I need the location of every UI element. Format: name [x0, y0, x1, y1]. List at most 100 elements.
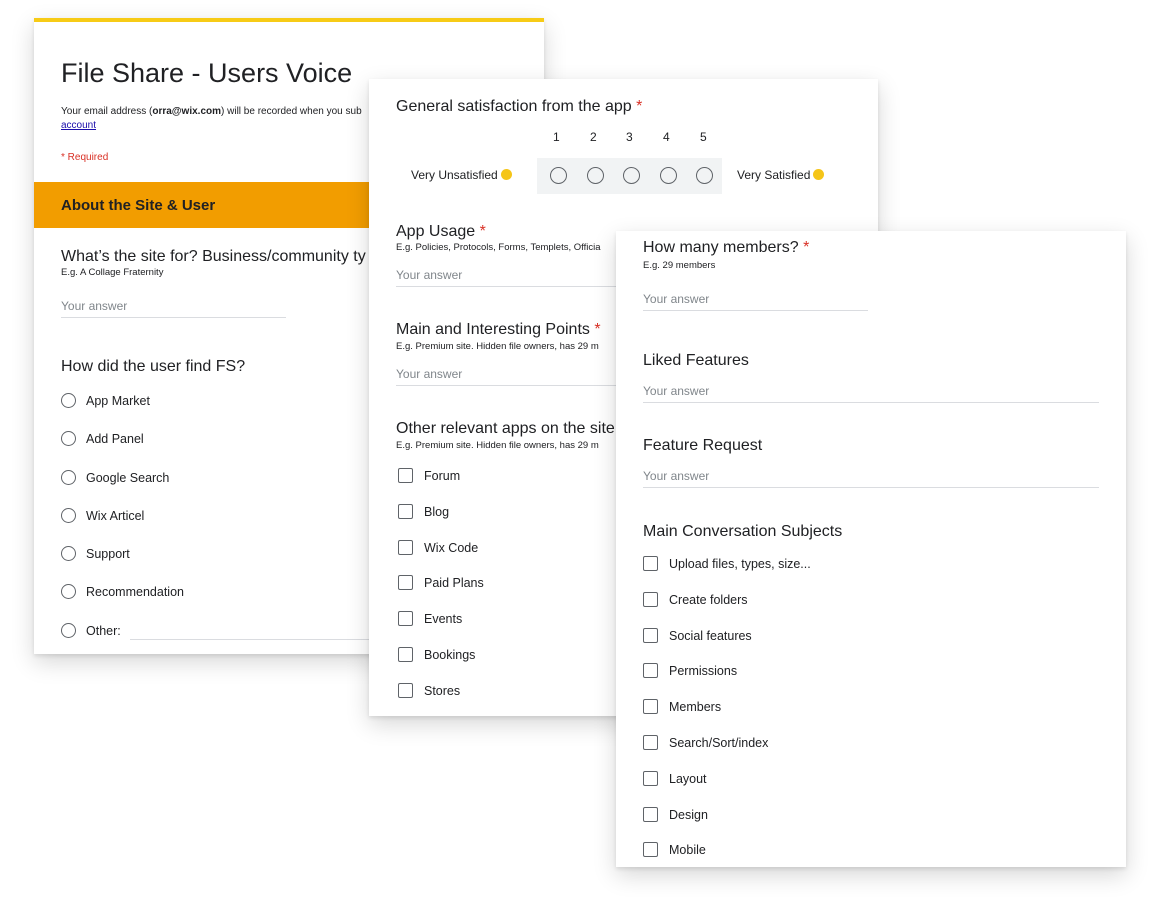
checkbox-option-layout[interactable]: Layout [643, 771, 707, 786]
checkbox[interactable] [643, 556, 658, 571]
option-label: Mobile [669, 842, 706, 857]
checkbox-option-create-folders[interactable]: Create folders [643, 592, 748, 607]
other-text-input[interactable] [130, 639, 380, 640]
question-title-subjects: Main Conversation Subjects [643, 523, 843, 540]
radio-option-wix-articel[interactable]: Wix Articel [61, 508, 144, 523]
question-title-liked: Liked Features [643, 352, 749, 369]
scale-number-4: 4 [663, 130, 670, 144]
option-label: Design [669, 807, 708, 822]
checkbox[interactable] [643, 699, 658, 714]
checkbox-option-events[interactable]: Events [398, 611, 462, 626]
checkbox[interactable] [643, 735, 658, 750]
question-help-members: E.g. 29 members [643, 260, 716, 271]
checkbox-option-upload-files[interactable]: Upload files, types, size... [643, 556, 811, 571]
scale-radio-2[interactable] [587, 167, 604, 184]
checkbox[interactable] [398, 683, 413, 698]
email-notice-pre: Your email address ( [61, 106, 153, 117]
checkbox[interactable] [398, 611, 413, 626]
scale-radio-5[interactable] [696, 167, 713, 184]
question-title-site-for: What’s the site for? Business/community … [61, 248, 366, 265]
checkbox[interactable] [398, 504, 413, 519]
checkbox[interactable] [398, 575, 413, 590]
radio-option-app-market[interactable]: App Market [61, 393, 150, 408]
radio-option-support[interactable]: Support [61, 546, 130, 561]
usage-input[interactable]: Your answer [396, 268, 636, 287]
option-label: Upload files, types, size... [669, 556, 811, 571]
radio-circle[interactable] [61, 508, 76, 523]
radio-circle[interactable] [61, 584, 76, 599]
option-label: Wix Articel [86, 508, 145, 523]
required-mark: * [594, 321, 601, 338]
account-link[interactable]: account [61, 120, 96, 131]
email-address: orra@wix.com [152, 106, 222, 117]
option-label: Recommendation [86, 584, 184, 599]
option-label: Wix Code [424, 540, 479, 555]
option-label: Paid Plans [424, 575, 484, 590]
option-label: Forum [424, 468, 461, 483]
points-input[interactable]: Your answer [396, 367, 636, 386]
scale-radio-1[interactable] [550, 167, 567, 184]
scale-high-label: Very Satisfied [737, 168, 825, 182]
option-label: Stores [424, 683, 461, 698]
radio-circle[interactable] [61, 393, 76, 408]
option-label: Google Search [86, 470, 170, 485]
feature-request-input[interactable]: Your answer [643, 469, 1099, 488]
radio-circle[interactable] [61, 431, 76, 446]
question-title-points: Main and Interesting Points * [396, 321, 601, 339]
checkbox[interactable] [643, 628, 658, 643]
checkbox-option-wix-code[interactable]: Wix Code [398, 540, 478, 555]
members-input[interactable]: Your answer [643, 292, 868, 311]
scale-number-1: 1 [553, 130, 560, 144]
checkbox-option-forum[interactable]: Forum [398, 468, 460, 483]
option-label: Events [424, 611, 463, 626]
checkbox-option-mobile[interactable]: Mobile [643, 842, 706, 857]
checkbox-option-members[interactable]: Members [643, 699, 721, 714]
checkbox-option-stores[interactable]: Stores [398, 683, 460, 698]
required-mark: * [479, 223, 486, 240]
scale-number-3: 3 [626, 130, 633, 144]
form-title: File Share - Users Voice [61, 58, 353, 88]
question-title-other-apps: Other relevant apps on the site [396, 420, 615, 437]
question-title-find-fs: How did the user find FS? [61, 358, 246, 375]
option-label: Permissions [669, 663, 738, 678]
option-label: Members [669, 699, 722, 714]
checkbox-option-bookings[interactable]: Bookings [398, 647, 475, 662]
scale-radio-3[interactable] [623, 167, 640, 184]
question-help-site-for: E.g. A Collage Fraternity [61, 267, 164, 278]
radio-circle[interactable] [61, 546, 76, 561]
checkbox-option-social-features[interactable]: Social features [643, 628, 752, 643]
checkbox[interactable] [398, 468, 413, 483]
radio-circle[interactable] [61, 470, 76, 485]
radio-option-add-panel[interactable]: Add Panel [61, 431, 144, 446]
scale-high-text: Very Satisfied [737, 168, 811, 182]
radio-option-recommendation[interactable]: Recommendation [61, 584, 184, 599]
liked-features-input[interactable]: Your answer [643, 384, 1099, 403]
checkbox[interactable] [643, 592, 658, 607]
scale-number-2: 2 [590, 130, 597, 144]
checkbox-option-paid-plans[interactable]: Paid Plans [398, 575, 484, 590]
checkbox-option-search-sort-index[interactable]: Search/Sort/index [643, 735, 768, 750]
radio-circle[interactable] [61, 623, 76, 638]
checkbox[interactable] [643, 771, 658, 786]
option-label: Layout [669, 771, 707, 786]
checkbox[interactable] [398, 647, 413, 662]
question-title-text: Main and Interesting Points [396, 321, 590, 338]
radio-option-other[interactable]: Other: [61, 623, 121, 638]
question-help-other-apps: E.g. Premium site. Hidden file owners, h… [396, 440, 599, 451]
question-help-usage: E.g. Policies, Protocols, Forms, Templet… [396, 242, 601, 253]
option-label: Add Panel [86, 431, 144, 446]
question-title-satisfaction: General satisfaction from the app * [396, 98, 642, 116]
question-title-text: App Usage [396, 223, 476, 240]
checkbox[interactable] [643, 842, 658, 857]
checkbox[interactable] [643, 807, 658, 822]
checkbox[interactable] [643, 663, 658, 678]
checkbox-option-design[interactable]: Design [643, 807, 708, 822]
option-label: App Market [86, 393, 150, 408]
checkbox-option-blog[interactable]: Blog [398, 504, 449, 519]
site-for-input[interactable]: Your answer [61, 299, 286, 318]
required-mark: * [803, 239, 810, 256]
radio-option-google-search[interactable]: Google Search [61, 470, 169, 485]
scale-radio-4[interactable] [660, 167, 677, 184]
checkbox[interactable] [398, 540, 413, 555]
checkbox-option-permissions[interactable]: Permissions [643, 663, 737, 678]
